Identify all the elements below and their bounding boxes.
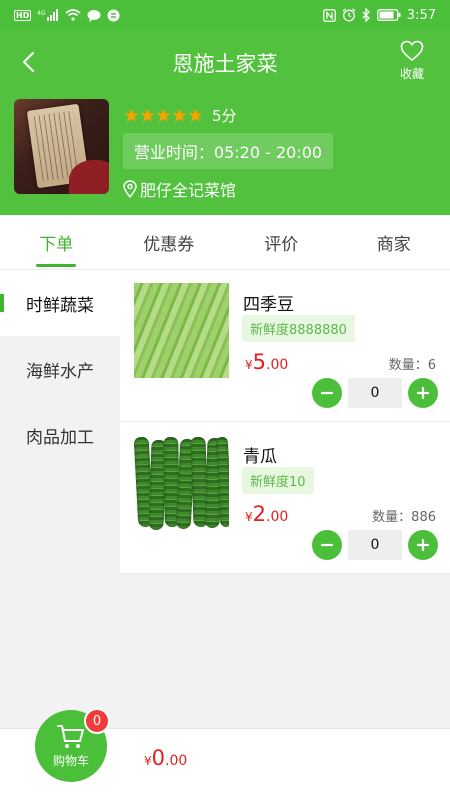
quantity-stepper <box>312 378 438 408</box>
stock-quantity: 数量：6 <box>388 358 436 373</box>
shop-address: 肥仔全记菜馆 <box>140 181 237 200</box>
alarm-icon <box>342 8 356 22</box>
price-decimal: .00 <box>266 357 289 373</box>
favorite-label: 收藏 <box>399 67 424 81</box>
hd-icon: HD <box>14 9 32 21</box>
price-decimal: .00 <box>266 509 289 525</box>
shopping-cart-icon <box>57 724 84 748</box>
increase-button[interactable] <box>408 530 438 560</box>
star-icon <box>188 108 203 122</box>
nfc-icon <box>322 8 336 22</box>
back-arrow-icon[interactable] <box>14 48 42 76</box>
rating-row: 5分 <box>124 105 237 126</box>
decrease-button[interactable] <box>312 378 342 408</box>
shop-title: 恩施土家菜 <box>172 52 278 76</box>
cart-count-badge: 0 <box>84 708 110 734</box>
product-item: 青瓜 新鲜度10 ¥2.00 数量：886 <box>120 422 450 574</box>
minus-icon <box>320 543 334 547</box>
tab-reviews[interactable]: 评价 <box>225 215 338 269</box>
signal-type-label: 4G <box>37 10 46 17</box>
total-integer: 0 <box>151 746 166 770</box>
bluetooth-icon <box>362 8 371 22</box>
app-icon <box>107 9 120 22</box>
status-bar: HD 4G 3:57 <box>0 0 450 30</box>
quantity-input[interactable] <box>348 378 402 408</box>
rating-text: 5分 <box>212 107 237 125</box>
minus-icon <box>320 391 334 395</box>
star-icon <box>140 108 155 122</box>
status-time: 3:57 <box>406 7 436 23</box>
business-hours: 营业时间：05:20 - 20:00 <box>123 133 333 169</box>
product-image-cucumbers[interactable] <box>134 435 229 530</box>
star-icon <box>172 108 187 122</box>
category-item-seafood[interactable]: 海鲜水产 <box>0 336 120 402</box>
plus-icon <box>416 386 430 400</box>
tab-bar: 下单 优惠券 评价 商家 <box>0 215 450 270</box>
product-list: 四季豆 新鲜度8888880 ¥5.00 数量：6 青瓜 新鲜度10 <box>120 270 450 730</box>
product-price: ¥2.00 <box>245 502 288 526</box>
tab-merchant[interactable]: 商家 <box>338 215 450 269</box>
shop-header: 恩施土家菜 收藏 5分 营业时间：05:20 - 20:00 肥仔全记菜馆 <box>0 30 450 215</box>
status-right: 3:57 <box>322 7 436 23</box>
signal-icon: 4G <box>37 9 59 21</box>
product-item: 四季豆 新鲜度8888880 ¥5.00 数量：6 <box>120 270 450 422</box>
freshness-badge: 新鲜度10 <box>242 467 314 494</box>
decrease-button[interactable] <box>312 530 342 560</box>
location-pin-icon <box>123 180 137 198</box>
increase-button[interactable] <box>408 378 438 408</box>
address-row: 肥仔全记菜馆 <box>123 177 236 201</box>
total-symbol: ¥ <box>144 754 152 768</box>
category-item-meat[interactable]: 肉品加工 <box>0 402 120 468</box>
product-price: ¥5.00 <box>245 350 288 374</box>
plus-icon <box>416 538 430 552</box>
price-integer: 2 <box>252 502 267 526</box>
tab-order[interactable]: 下单 <box>0 215 113 269</box>
category-sidebar: 时鲜蔬菜 海鲜水产 肉品加工 <box>0 270 120 702</box>
freshness-badge: 新鲜度8888880 <box>242 315 355 342</box>
status-left: HD 4G <box>14 9 120 22</box>
price-symbol: ¥ <box>245 510 253 524</box>
product-image-green-beans[interactable] <box>134 283 229 378</box>
star-icon <box>124 108 139 122</box>
product-name: 四季豆 <box>243 295 294 315</box>
quantity-stepper <box>312 530 438 560</box>
product-name: 青瓜 <box>243 447 277 467</box>
tab-coupons[interactable]: 优惠券 <box>113 215 226 269</box>
wifi-icon <box>65 9 81 21</box>
favorite-button[interactable]: 收藏 <box>388 40 436 82</box>
stock-quantity: 数量：886 <box>372 510 436 525</box>
star-icon <box>156 108 171 122</box>
quantity-input[interactable] <box>348 530 402 560</box>
price-symbol: ¥ <box>245 358 253 372</box>
battery-icon <box>376 9 401 21</box>
cart-label: 购物车 <box>52 753 89 768</box>
message-icon <box>87 9 101 22</box>
shop-image <box>14 99 109 194</box>
price-integer: 5 <box>252 350 267 374</box>
cart-total: ¥0.00 <box>144 746 187 770</box>
heart-icon <box>400 40 424 62</box>
category-item-fresh-vegetables[interactable]: 时鲜蔬菜 <box>0 270 120 336</box>
total-decimal: .00 <box>165 753 188 769</box>
